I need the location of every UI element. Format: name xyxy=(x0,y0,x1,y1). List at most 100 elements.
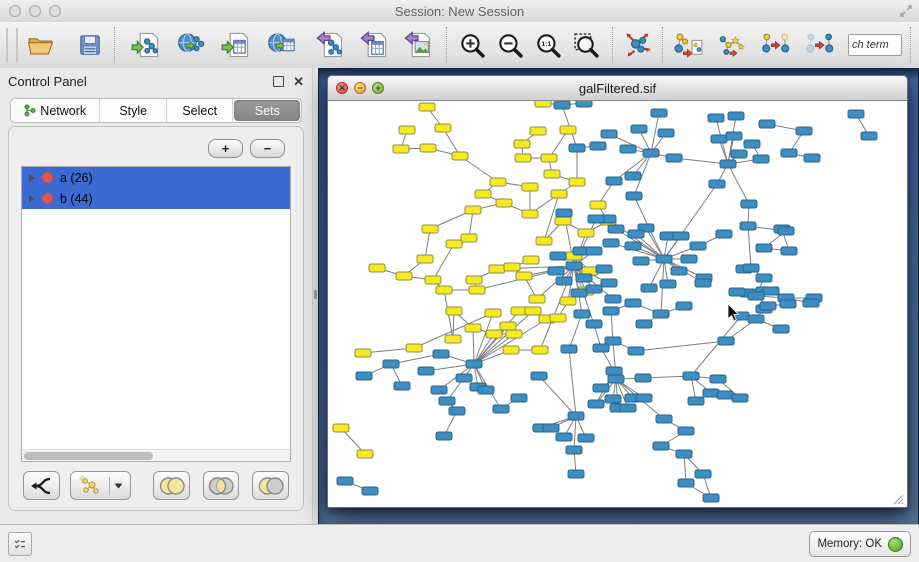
graph-node[interactable] xyxy=(418,367,434,375)
graph-node[interactable] xyxy=(590,142,606,150)
graph-node[interactable] xyxy=(695,279,711,287)
memory-status-button[interactable]: Memory: OK xyxy=(809,531,911,557)
graph-node[interactable] xyxy=(419,103,435,111)
tab-network[interactable]: Network xyxy=(11,99,100,122)
graph-node[interactable] xyxy=(643,149,659,157)
graph-node[interactable] xyxy=(357,450,373,458)
graph-node[interactable] xyxy=(636,394,652,402)
graph-node[interactable] xyxy=(748,315,764,323)
graph-node[interactable] xyxy=(683,372,699,380)
graph-node[interactable] xyxy=(516,272,532,280)
new-network-from-selection-button[interactable] xyxy=(670,27,706,63)
graph-node[interactable] xyxy=(760,302,776,310)
graph-node[interactable] xyxy=(603,307,619,315)
graph-node[interactable] xyxy=(422,225,438,233)
graph-node[interactable] xyxy=(671,267,687,275)
graph-node[interactable] xyxy=(673,232,689,240)
create-set-from-network-button[interactable] xyxy=(70,471,132,500)
graph-node[interactable] xyxy=(608,225,624,233)
graph-node[interactable] xyxy=(396,272,412,280)
fullscreen-icon[interactable] xyxy=(899,4,913,18)
import-table-file-button[interactable] xyxy=(218,27,254,63)
graph-node[interactable] xyxy=(729,288,745,296)
graph-node[interactable] xyxy=(551,190,567,198)
graph-node[interactable] xyxy=(399,126,415,134)
graph-node[interactable] xyxy=(406,344,422,352)
graph-node[interactable] xyxy=(753,155,769,163)
graph-node[interactable] xyxy=(756,274,772,282)
graph-node[interactable] xyxy=(773,325,789,333)
graph-node[interactable] xyxy=(531,372,547,380)
graph-node[interactable] xyxy=(593,384,609,392)
task-history-button[interactable] xyxy=(8,532,32,556)
graph-node[interactable] xyxy=(560,297,576,305)
graph-node[interactable] xyxy=(586,320,602,328)
graph-node[interactable] xyxy=(506,330,522,338)
export-table-button[interactable] xyxy=(356,27,392,63)
graph-node[interactable] xyxy=(446,307,462,315)
graph-node[interactable] xyxy=(728,112,744,120)
graph-node[interactable] xyxy=(514,140,530,148)
import-network-file-button[interactable] xyxy=(128,27,164,63)
search-input[interactable] xyxy=(848,34,902,56)
graph-node[interactable] xyxy=(676,302,692,310)
graph-node[interactable] xyxy=(635,374,651,382)
graph-node[interactable] xyxy=(469,286,485,294)
graph-node[interactable] xyxy=(571,289,587,297)
horizontal-scrollbar[interactable] xyxy=(22,449,290,461)
graph-node[interactable] xyxy=(803,299,819,307)
graph-node[interactable] xyxy=(485,309,501,317)
graph-node[interactable] xyxy=(625,299,641,307)
graph-node[interactable] xyxy=(435,124,451,132)
zoom-in-button[interactable] xyxy=(454,27,490,63)
graph-node[interactable] xyxy=(718,337,734,345)
graph-node[interactable] xyxy=(593,344,609,352)
graph-edge[interactable] xyxy=(473,328,474,364)
graph-node[interactable] xyxy=(781,149,797,157)
graph-node[interactable] xyxy=(522,183,538,191)
graph-node[interactable] xyxy=(417,255,433,263)
graph-node[interactable] xyxy=(333,424,349,432)
graph-node[interactable] xyxy=(703,494,719,502)
graph-node[interactable] xyxy=(394,382,410,390)
graph-node[interactable] xyxy=(676,450,692,458)
graph-node[interactable] xyxy=(576,101,592,107)
graph-node[interactable] xyxy=(720,160,736,168)
tab-select[interactable]: Select xyxy=(167,99,234,122)
copy-selection-button[interactable] xyxy=(758,27,794,63)
graph-node[interactable] xyxy=(636,320,652,328)
remove-set-button[interactable]: − xyxy=(250,139,285,158)
graph-node[interactable] xyxy=(726,132,742,140)
add-set-button[interactable]: + xyxy=(208,139,243,158)
graph-node[interactable] xyxy=(466,360,482,368)
graph-node[interactable] xyxy=(656,255,672,263)
graph-node[interactable] xyxy=(556,277,572,285)
graph-node[interactable] xyxy=(601,279,617,287)
export-network-button[interactable] xyxy=(312,27,348,63)
graph-node[interactable] xyxy=(660,280,676,288)
graph-node[interactable] xyxy=(741,200,757,208)
graph-node[interactable] xyxy=(543,424,559,432)
graph-node[interactable] xyxy=(605,295,621,303)
graph-node[interactable] xyxy=(626,192,642,200)
graph-node[interactable] xyxy=(778,227,794,235)
graph-node[interactable] xyxy=(433,350,449,358)
graph-node[interactable] xyxy=(743,264,759,272)
scrollbar-thumb[interactable] xyxy=(24,452,153,460)
network-frame-titlebar[interactable]: galFiltered.sif ✕ − + xyxy=(328,76,907,101)
network-canvas[interactable] xyxy=(328,101,905,506)
graph-node[interactable] xyxy=(496,199,512,207)
graph-edge[interactable] xyxy=(569,314,582,349)
graph-node[interactable] xyxy=(475,190,491,198)
graph-node[interactable] xyxy=(456,374,472,382)
zoom-selected-button[interactable] xyxy=(568,27,604,63)
graph-node[interactable] xyxy=(653,310,669,318)
graph-node[interactable] xyxy=(529,295,545,303)
graph-node[interactable] xyxy=(574,310,590,318)
graph-node[interactable] xyxy=(732,394,748,402)
graph-node[interactable] xyxy=(731,150,747,158)
graph-node[interactable] xyxy=(569,178,585,186)
graph-node[interactable] xyxy=(695,470,711,478)
graph-node[interactable] xyxy=(568,470,584,478)
graph-node[interactable] xyxy=(356,372,372,380)
